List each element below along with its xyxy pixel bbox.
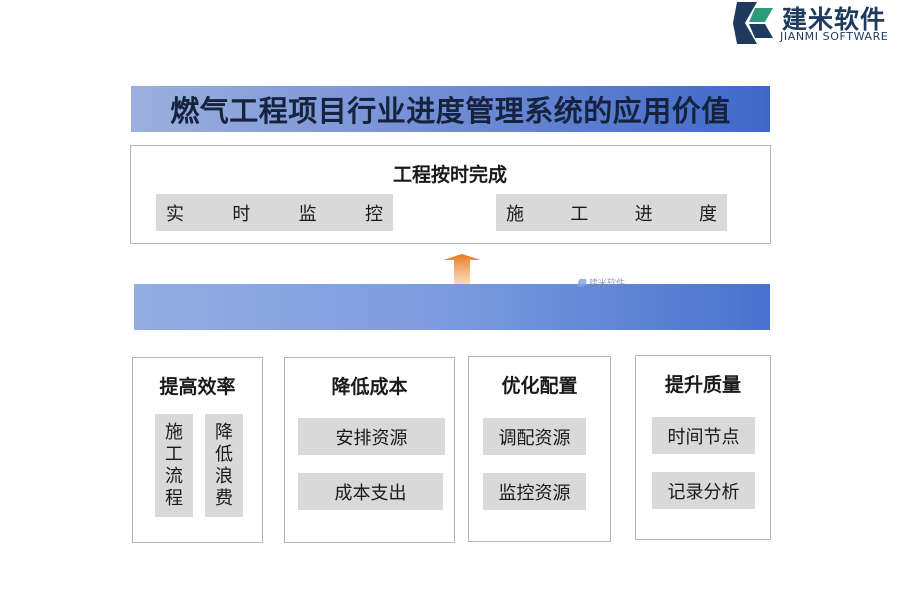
chip-char: 进 [634, 203, 653, 225]
chip-char: 控 [364, 203, 383, 225]
chip-cost-expenditure: 成本支出 [298, 473, 443, 510]
chip-char: 监 [298, 203, 317, 225]
chip-char: 施 [506, 203, 524, 225]
chip-char: 实 [166, 203, 184, 225]
column-title: 提升质量 [664, 374, 741, 396]
chip-char: 流 [165, 465, 183, 487]
watermark: 建米软件 [576, 276, 626, 289]
chip-allocate-resources: 调配资源 [483, 418, 586, 455]
watermark-logo-icon [576, 279, 588, 287]
chip-char: 工 [570, 203, 589, 225]
goal-heading: 工程按时完成 [392, 164, 507, 186]
chip-record-analysis: 记录分析 [652, 472, 755, 509]
chip-char: 工 [165, 443, 183, 465]
chip-arrange-resources: 安排资源 [298, 418, 445, 455]
chip-time-nodes: 时间节点 [652, 417, 755, 454]
chip-char: 程 [165, 487, 183, 509]
chip-char: 降 [215, 421, 233, 443]
chip-realtime-monitoring: 实 时 监 控 [156, 194, 393, 231]
title-banner: 燃气工程项目行业进度管理系统的应用价值 [131, 86, 770, 132]
logo-name-en: JIANMI SOFTWARE [780, 30, 889, 43]
mid-banner [134, 284, 770, 330]
column-title: 优化配置 [501, 375, 578, 397]
chip-char: 时 [232, 203, 251, 225]
column-title: 提高效率 [159, 376, 236, 398]
chip-char: 低 [215, 443, 233, 465]
chip-char: 浪 [215, 465, 233, 487]
chip-char: 费 [215, 487, 233, 509]
chip-char: 度 [698, 203, 717, 225]
column-title: 降低成本 [331, 376, 408, 398]
chip-reduce-waste: 降 低 浪 费 [205, 414, 243, 517]
jianmi-logo-icon [733, 2, 773, 44]
chip-monitor-resources: 监控资源 [483, 473, 586, 510]
chip-char: 施 [165, 421, 183, 443]
up-arrow-icon [443, 254, 481, 284]
chip-construction-progress: 施 工 进 度 [496, 194, 727, 231]
page-title: 燃气工程项目行业进度管理系统的应用价值 [170, 94, 731, 128]
chip-construction-process: 施 工 流 程 [155, 414, 193, 517]
watermark-text: 建米软件 [589, 279, 626, 289]
